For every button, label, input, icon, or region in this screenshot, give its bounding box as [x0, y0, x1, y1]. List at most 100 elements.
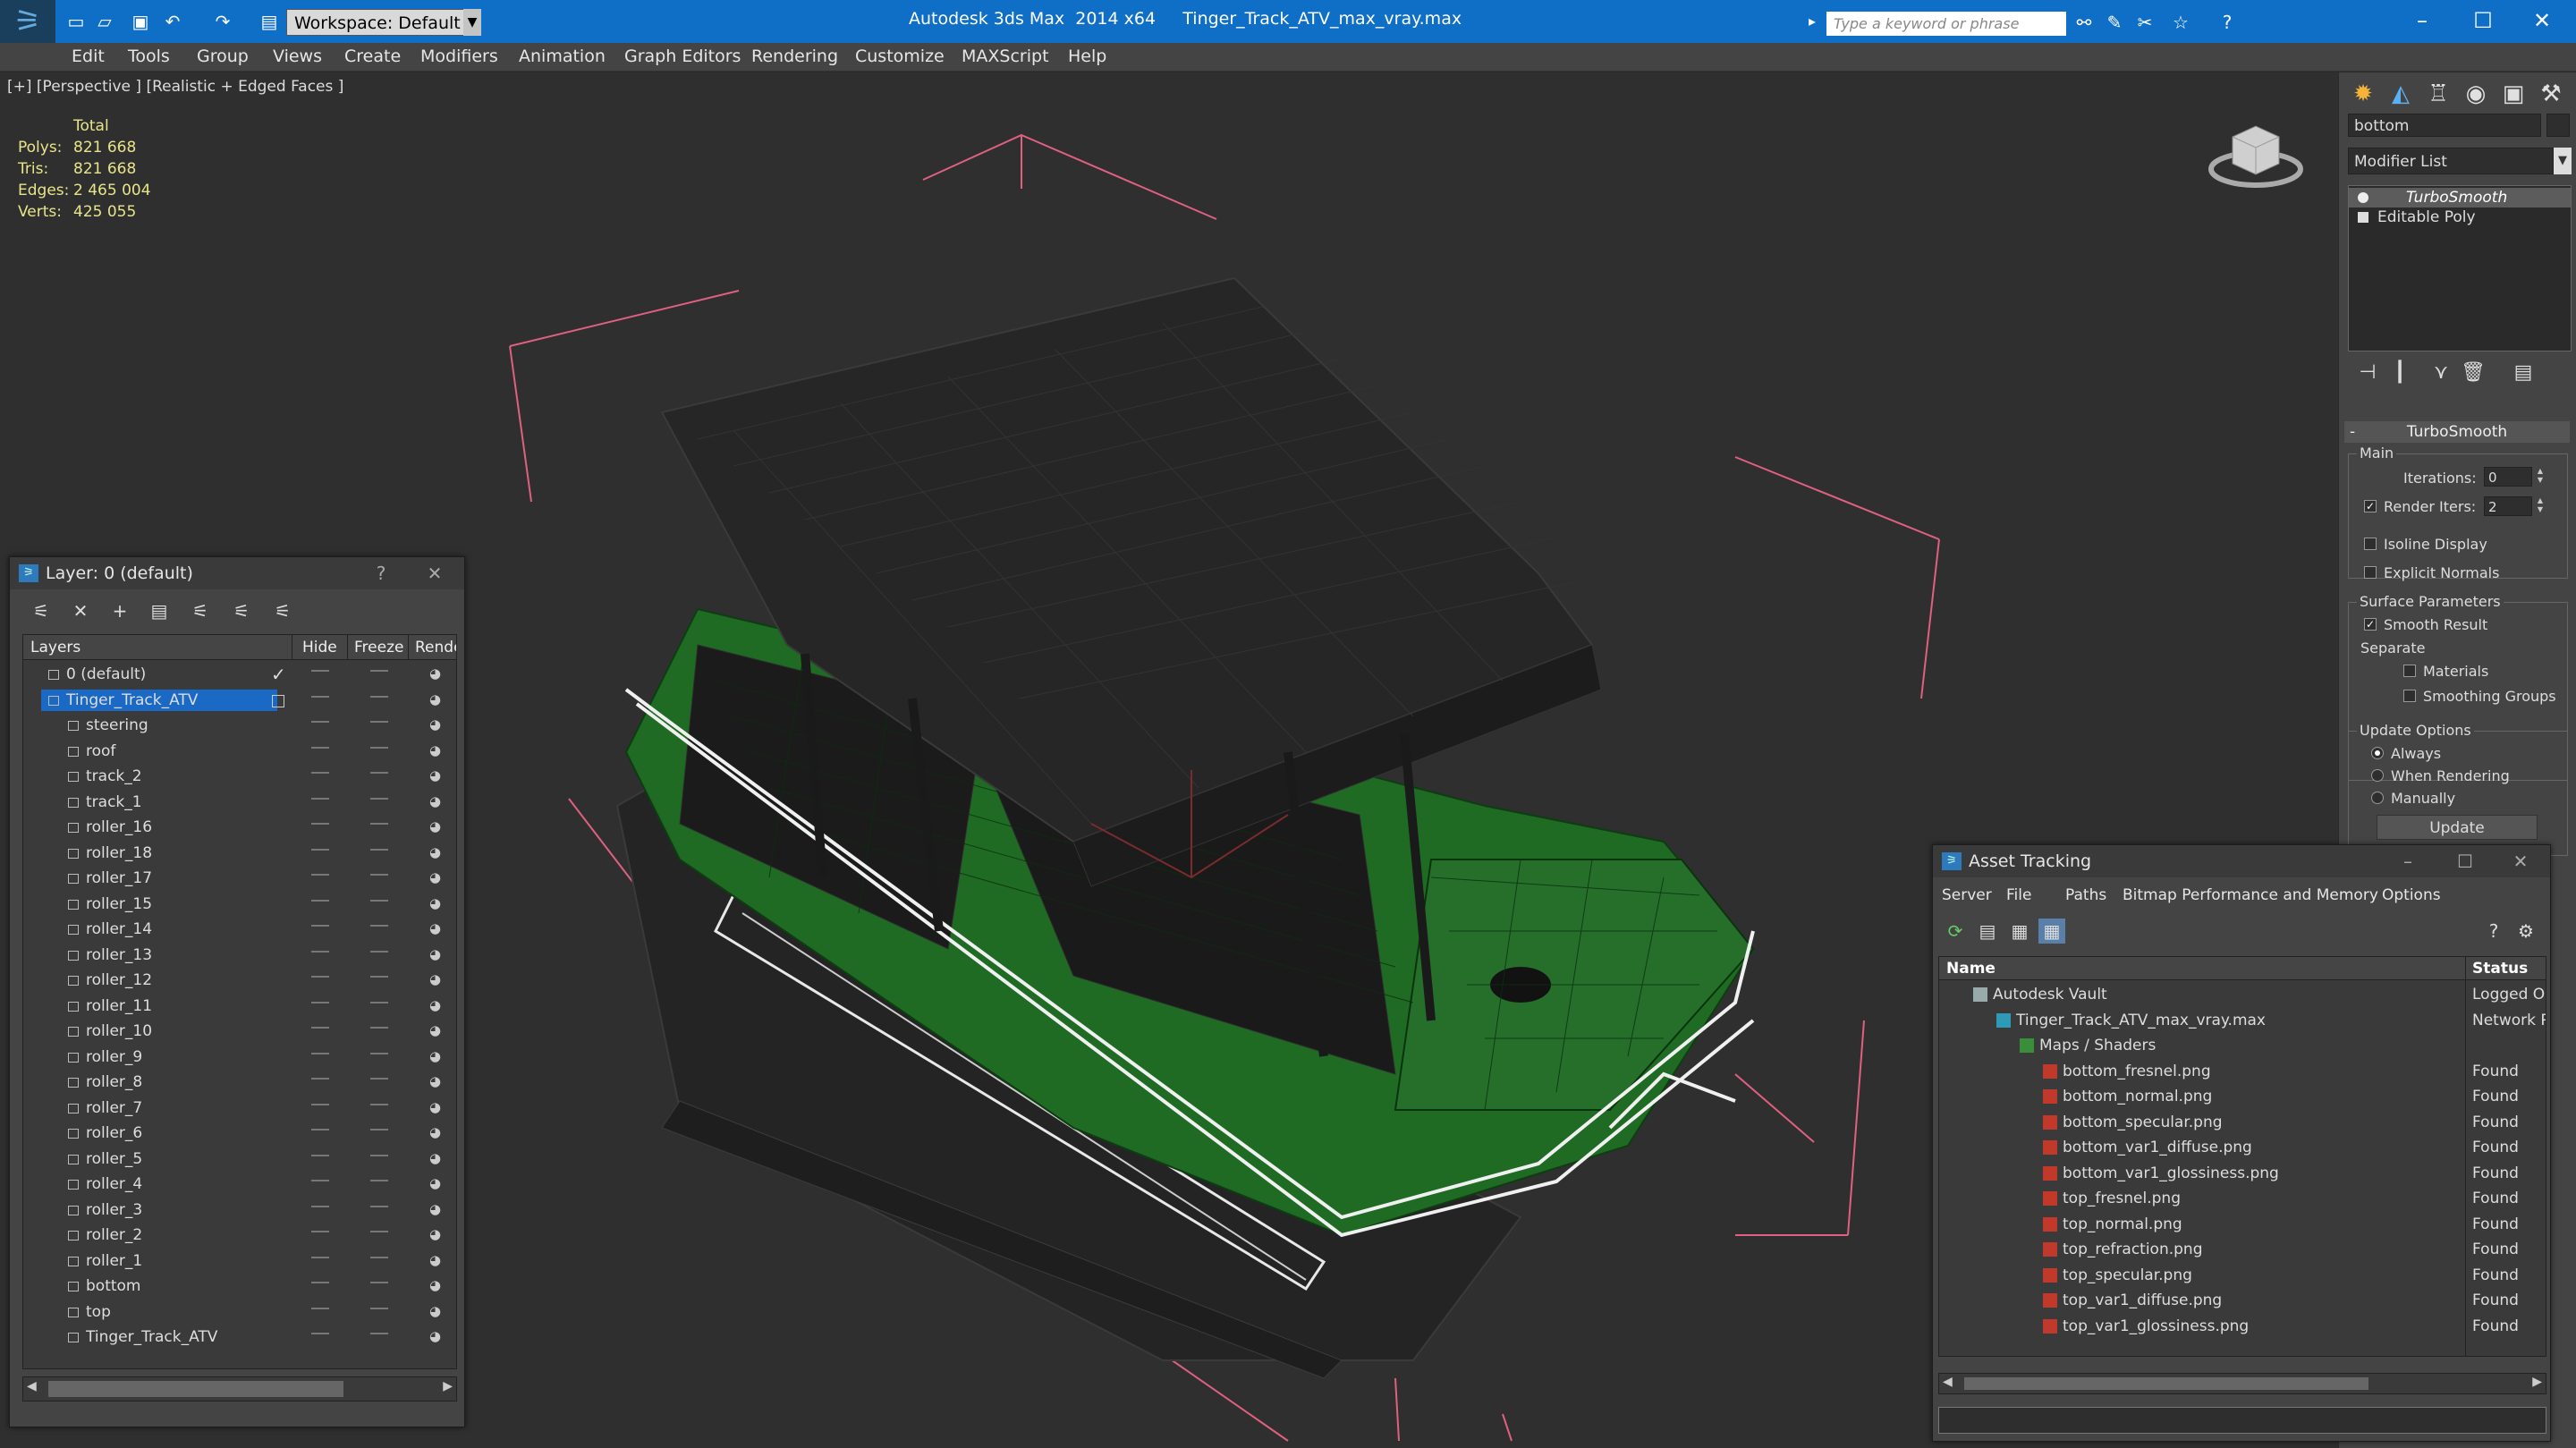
layer-row[interactable]: roller_1 ◕ — [23, 1249, 456, 1274]
refresh-icon[interactable]: ⟳ — [1942, 919, 1969, 944]
layer-close-icon[interactable]: ✕ — [421, 561, 448, 586]
motion-tab-icon[interactable]: ◉ — [2459, 78, 2493, 110]
col-status[interactable]: Status — [2472, 960, 2528, 978]
layer-row[interactable]: roller_15 ◕ — [23, 892, 456, 918]
layer-row[interactable]: steering ◕ — [23, 713, 456, 739]
iterations-spinner[interactable]: 0 — [2484, 467, 2532, 487]
freeze-toggle[interactable] — [370, 823, 388, 825]
layer-row[interactable]: track_1 ◕ — [23, 790, 456, 816]
asset-row[interactable]: bottom_normal.png Found — [1939, 1084, 2546, 1110]
asset-maximize-icon[interactable]: ☐ — [2452, 849, 2479, 874]
menu-help[interactable]: Help — [1068, 47, 1106, 66]
layer-row[interactable]: roller_5 ◕ — [23, 1147, 456, 1173]
hide-toggle[interactable] — [311, 1256, 329, 1258]
freeze-toggle[interactable] — [370, 976, 388, 978]
render-teapot-icon[interactable]: ◕ — [429, 920, 441, 936]
render-teapot-icon[interactable]: ◕ — [429, 1022, 441, 1038]
freeze-toggle[interactable] — [370, 1154, 388, 1156]
layer-row[interactable]: roller_11 ◕ — [23, 994, 456, 1020]
render-teapot-icon[interactable]: ◕ — [429, 1150, 441, 1166]
asset-menu-file[interactable]: File — [2006, 886, 2031, 904]
freeze-toggle[interactable] — [370, 899, 388, 902]
new-layer-icon[interactable]: ⚟ — [28, 598, 55, 623]
menu-views[interactable]: Views — [273, 47, 322, 66]
render-teapot-icon[interactable]: ◕ — [429, 1328, 441, 1344]
freeze-toggle[interactable] — [370, 1027, 388, 1029]
select-objects-in-layer-icon[interactable]: ▤ — [146, 598, 173, 623]
detail-view-icon[interactable]: ▦ — [2006, 919, 2033, 944]
maximize-button[interactable]: ☐ — [2458, 4, 2508, 38]
asset-row[interactable]: top_normal.png Found — [1939, 1212, 2546, 1238]
layer-row[interactable]: track_2 ◕ — [23, 764, 456, 790]
render-teapot-icon[interactable]: ◕ — [429, 665, 441, 682]
create-tab-icon[interactable]: ✹ — [2346, 78, 2380, 110]
hide-toggle[interactable] — [311, 746, 329, 749]
hide-toggle[interactable] — [311, 848, 329, 851]
favorites-star-icon[interactable]: ☆ — [2168, 11, 2193, 34]
menu-group[interactable]: Group — [197, 47, 249, 66]
hierarchy-tab-icon[interactable]: ♖ — [2421, 78, 2455, 110]
render-teapot-icon[interactable]: ◕ — [429, 767, 441, 783]
table-view-icon[interactable]: ▦ — [2038, 919, 2065, 944]
hide-toggle[interactable] — [311, 695, 329, 698]
freeze-toggle[interactable] — [370, 670, 388, 672]
asset-settings-icon[interactable]: ⚙ — [2512, 919, 2539, 944]
expand-plus-icon[interactable] — [2358, 212, 2368, 223]
modify-tab-icon[interactable]: ◭ — [2384, 78, 2418, 110]
menu-edit[interactable]: Edit — [72, 47, 105, 66]
freeze-toggle[interactable] — [370, 746, 388, 749]
render-teapot-icon[interactable]: ◕ — [429, 1175, 441, 1191]
asset-row[interactable]: top_fresnel.png Found — [1939, 1186, 2546, 1212]
menu-customize[interactable]: Customize — [855, 47, 945, 66]
show-end-result-icon[interactable]: ┃ — [2387, 360, 2412, 385]
workspace-dropdown[interactable]: Workspace: Default — [286, 9, 481, 36]
render-teapot-icon[interactable]: ◕ — [429, 1099, 441, 1115]
set-current-layer-box-icon[interactable] — [272, 694, 284, 707]
smoothing-groups-checkbox[interactable] — [2403, 690, 2416, 702]
render-teapot-icon[interactable]: ◕ — [429, 1201, 441, 1217]
asset-horizontal-scrollbar[interactable]: ◀ ▶ — [1938, 1373, 2546, 1394]
asset-row[interactable]: bottom_fresnel.png Found — [1939, 1059, 2546, 1085]
layer-horizontal-scrollbar[interactable]: ◀ ▶ — [22, 1376, 457, 1401]
render-iters-spinner-arrows-icon[interactable]: ▲ ▼ — [2534, 496, 2546, 516]
freeze-toggle[interactable] — [370, 1078, 388, 1080]
asset-help-icon[interactable]: ? — [2480, 919, 2507, 944]
object-color-swatch[interactable] — [2546, 114, 2570, 137]
configure-sets-icon[interactable]: ▤ — [2511, 360, 2536, 385]
close-button[interactable]: ✕ — [2517, 4, 2567, 38]
hide-all-layers-icon[interactable]: ⚟ — [228, 598, 255, 623]
render-teapot-icon[interactable]: ◕ — [429, 1277, 441, 1293]
render-teapot-icon[interactable]: ◕ — [429, 1073, 441, 1089]
freeze-all-layers-icon[interactable]: ⚟ — [269, 598, 296, 623]
freeze-toggle[interactable] — [370, 797, 388, 800]
smooth-result-checkbox[interactable]: ✓ — [2364, 618, 2377, 631]
freeze-toggle[interactable] — [370, 721, 388, 723]
render-teapot-icon[interactable]: ◕ — [429, 844, 441, 860]
layer-row[interactable]: roller_8 ◕ — [23, 1070, 456, 1096]
viewcube-icon[interactable] — [2206, 110, 2306, 199]
iterations-spinner-arrows-icon[interactable]: ▲ ▼ — [2534, 467, 2546, 487]
explicit-normals-checkbox[interactable] — [2364, 566, 2377, 579]
layer-row[interactable]: roller_4 ◕ — [23, 1172, 456, 1198]
asset-row[interactable]: top_refraction.png Found — [1939, 1237, 2546, 1263]
scroll-right-icon[interactable]: ▶ — [443, 1379, 453, 1393]
when-rendering-radio[interactable] — [2371, 769, 2384, 782]
layer-row[interactable]: 0 (default) ✓ ◕ — [23, 662, 456, 688]
open-file-icon[interactable]: ▱ — [93, 11, 116, 32]
viewport-label[interactable]: [+] [Perspective ] [Realistic + Edged Fa… — [7, 78, 343, 96]
render-teapot-icon[interactable]: ◕ — [429, 869, 441, 885]
stack-item-turbosmooth[interactable]: TurboSmooth — [2349, 188, 2571, 207]
render-teapot-icon[interactable]: ◕ — [429, 742, 441, 758]
layer-row[interactable]: roller_7 ◕ — [23, 1096, 456, 1122]
app-logo-icon[interactable]: ⚞ — [0, 0, 55, 43]
current-layer-check-icon[interactable]: ✓ — [271, 664, 286, 685]
menu-animation[interactable]: Animation — [519, 47, 606, 66]
asset-menu-server[interactable]: Server — [1942, 886, 1992, 904]
layer-row[interactable]: roller_14 ◕ — [23, 917, 456, 943]
asset-row[interactable]: bottom_specular.png Found — [1939, 1110, 2546, 1136]
utilities-tab-icon[interactable]: ⚒ — [2534, 78, 2568, 110]
layer-row[interactable]: roller_12 ◕ — [23, 968, 456, 994]
hide-toggle[interactable] — [311, 950, 329, 953]
render-teapot-icon[interactable]: ◕ — [429, 793, 441, 809]
asset-row[interactable]: top_specular.png Found — [1939, 1263, 2546, 1289]
